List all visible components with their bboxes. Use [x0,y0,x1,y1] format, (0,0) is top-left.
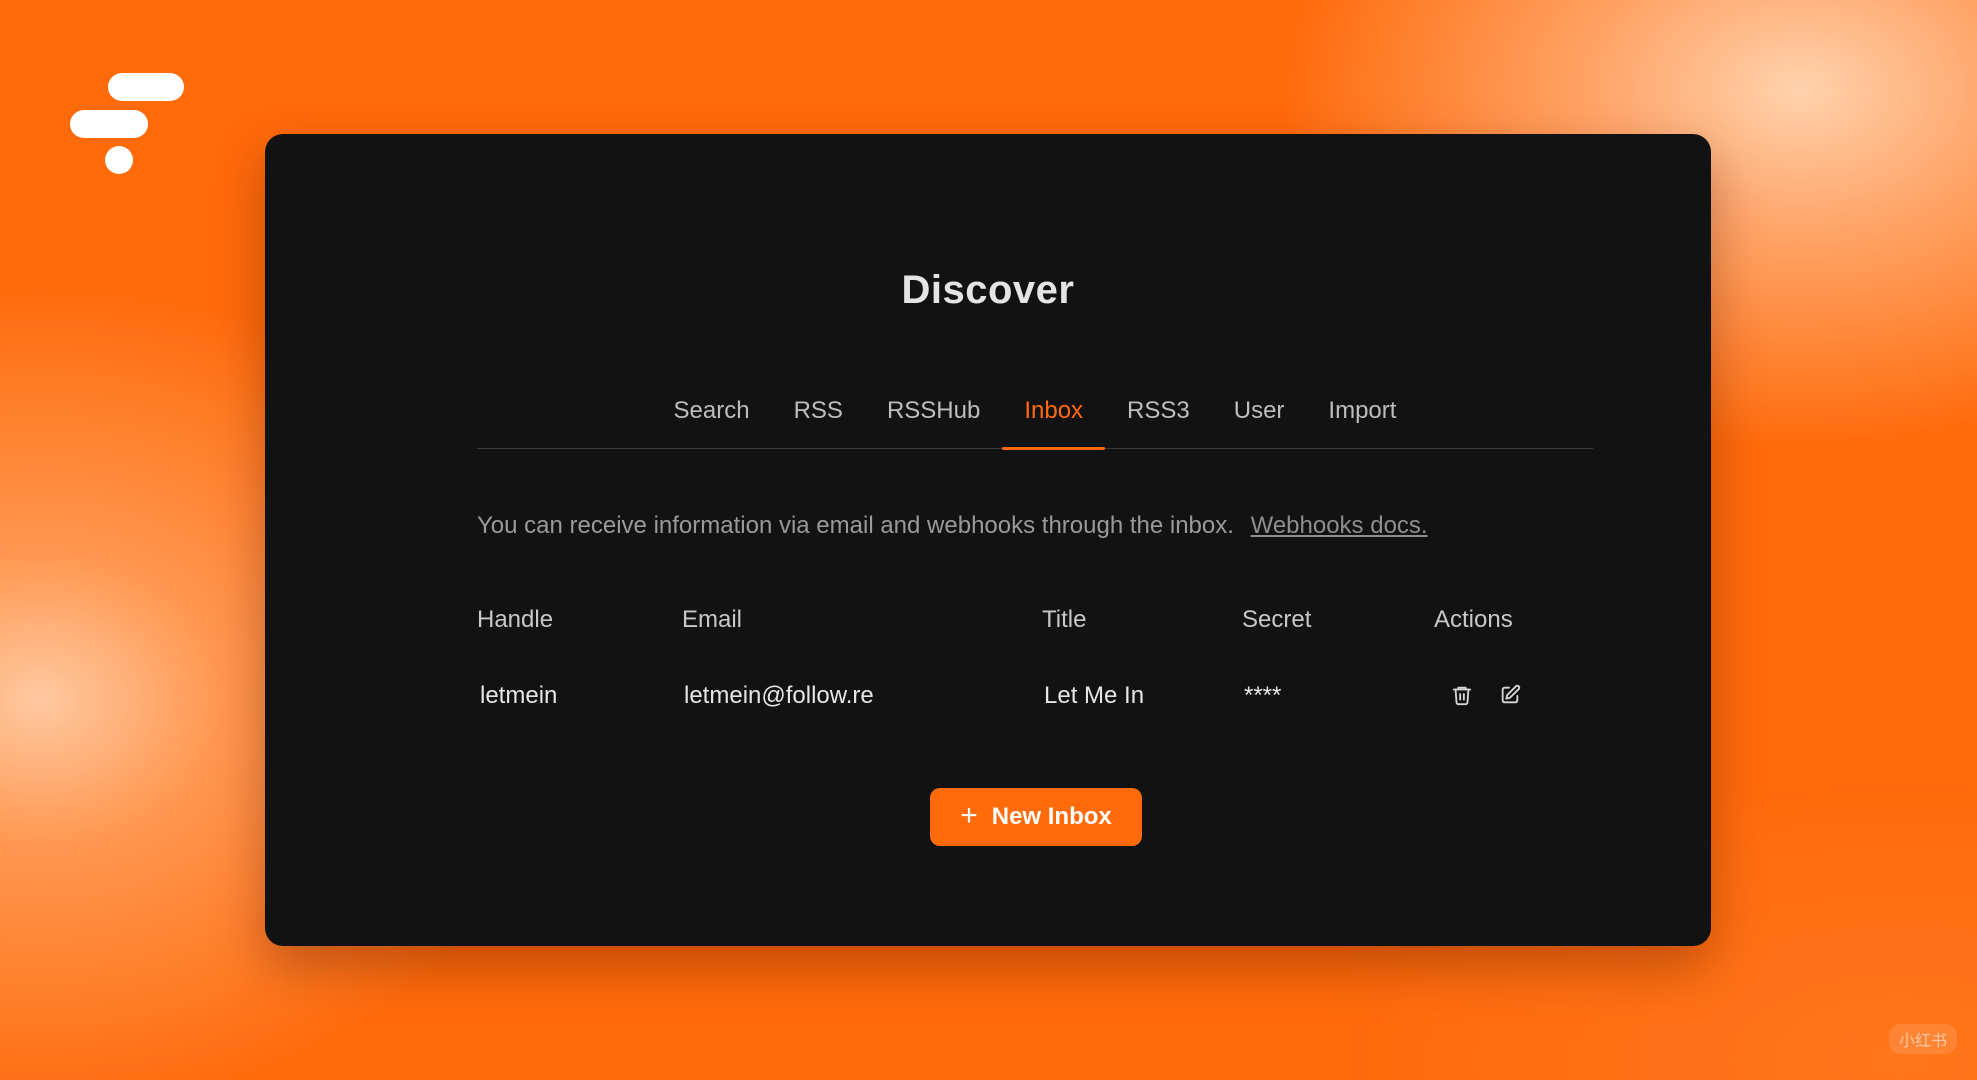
discover-panel: Discover Search RSS RSSHub Inbox RSS3 Us… [265,134,1711,946]
description-text: You can receive information via email an… [477,512,1234,539]
tab-rss3[interactable]: RSS3 [1105,384,1212,448]
plus-icon: + [960,798,978,832]
table-header-row: Handle Email Title Secret Actions [477,600,1593,640]
row-email: letmein@follow.re [684,682,874,709]
header-email: Email [682,606,743,633]
header-handle: Handle [477,606,554,633]
row-handle: letmein [480,682,558,709]
webhooks-docs-link[interactable]: Webhooks docs. [1251,512,1428,539]
page-title: Discover [901,268,1075,312]
logo-bar-middle [70,110,148,138]
tab-search[interactable]: Search [652,384,772,448]
tab-import[interactable]: Import [1306,384,1418,448]
tab-inbox[interactable]: Inbox [1002,384,1105,450]
tab-rsshub[interactable]: RSSHub [865,384,1002,448]
inbox-table: Handle Email Title Secret Actions letmei… [477,600,1593,716]
tab-user[interactable]: User [1212,384,1307,448]
table-row: letmein letmein@follow.re Let Me In **** [477,676,1593,716]
header-title: Title [1042,606,1087,633]
logo-bar-top [108,73,184,101]
logo-dot [105,146,133,174]
inbox-description: You can receive information via email an… [477,512,1428,540]
trash-icon[interactable] [1449,682,1475,708]
app-logo [70,73,186,174]
header-secret: Secret [1242,606,1312,633]
new-inbox-label: New Inbox [991,803,1112,830]
watermark: 小红书 [1888,1024,1957,1054]
tab-bar: Search RSS RSSHub Inbox RSS3 User Import [477,384,1593,450]
row-title: Let Me In [1044,682,1145,709]
row-secret: **** [1244,682,1282,709]
row-actions [1449,682,1523,708]
edit-icon[interactable] [1497,682,1523,708]
new-inbox-button[interactable]: + New Inbox [930,788,1142,846]
tab-rss[interactable]: RSS [772,384,865,448]
header-actions: Actions [1434,606,1513,633]
